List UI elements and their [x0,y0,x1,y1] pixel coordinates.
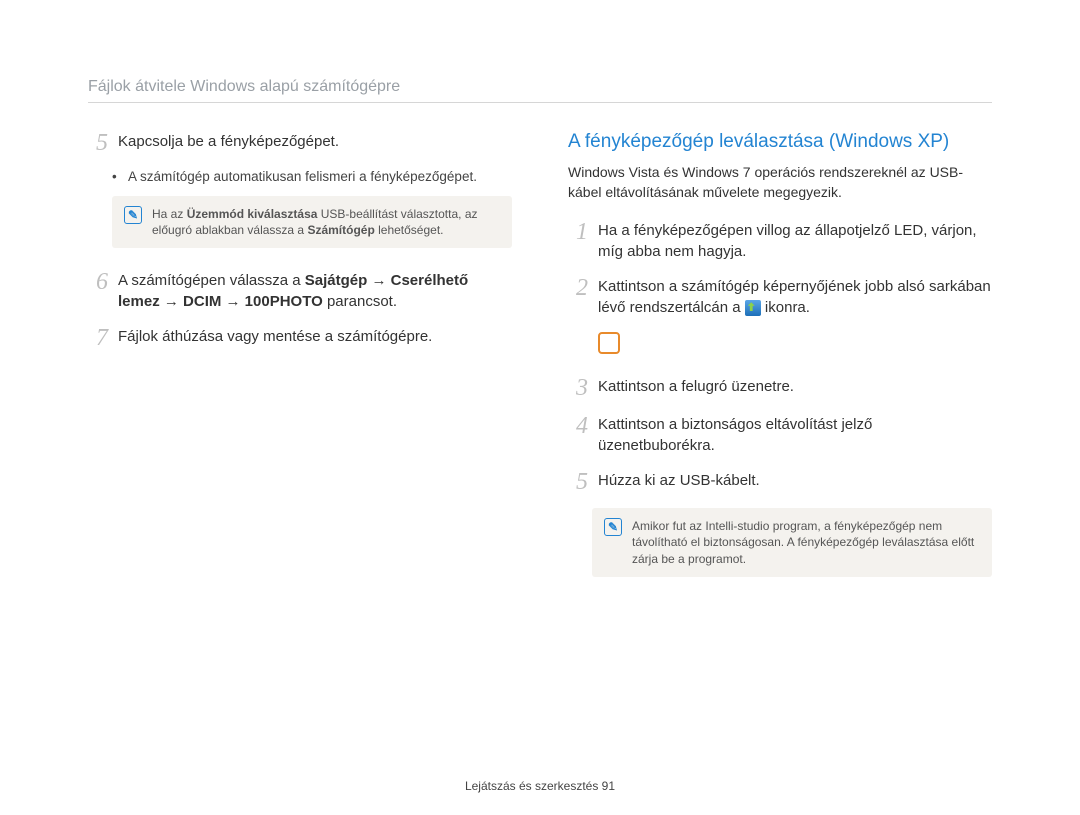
xp-step-3: 3 Kattintson a felugró üzenetre. [568,376,992,400]
step-text: Kapcsolja be a fényképezőgépet. [118,131,512,152]
bullet-item: • A számítógép automatikusan felismeri a… [112,169,512,184]
page-header: Fájlok átvitele Windows alapú számítógép… [88,78,992,103]
footer-text: Lejátszás és szerkesztés 91 [465,779,615,793]
step-number: 4 [568,414,588,438]
step-number: 2 [568,276,588,300]
step-text: Kattintson a biztonságos eltávolítást je… [598,414,992,456]
step-text: A számítógépen válassza a Sajátgép → Cse… [118,270,512,312]
step-number: 5 [568,470,588,494]
step-text: Kattintson a számítógép képernyőjének jo… [598,276,992,318]
step-5: 5 Kapcsolja be a fényképezőgépet. [88,131,512,155]
xp-step-5: 5 Húzza ki az USB-kábelt. [568,470,992,494]
right-column: A fényképezőgép leválasztása (Windows XP… [568,131,992,599]
section-intro: Windows Vista és Windows 7 operációs ren… [568,163,992,202]
left-column: 5 Kapcsolja be a fényképezőgépet. • A sz… [88,131,512,599]
xp-step-2: 2 Kattintson a számítógép képernyőjének … [568,276,992,318]
note-icon [124,206,142,224]
note-text: Ha az Üzemmód kiválasztása USB-beállítás… [152,206,500,238]
step-number: 1 [568,220,588,244]
step-text: Kattintson a felugró üzenetre. [598,376,992,397]
xp-step-1: 1 Ha a fényképezőgépen villog az állapot… [568,220,992,262]
step-7: 7 Fájlok áthúzása vagy mentése a számító… [88,326,512,350]
step-6: 6 A számítógépen válassza a Sajátgép → C… [88,270,512,312]
xp-step-4: 4 Kattintson a biztonságos eltávolítást … [568,414,992,456]
step-number: 6 [88,270,108,294]
step-number: 3 [568,376,588,400]
step-text: Fájlok áthúzása vagy mentése a számítógé… [118,326,512,347]
step-text: Ha a fényképezőgépen villog az állapotje… [598,220,992,262]
highlight-box-icon [598,332,620,354]
note-box: Amikor fut az Intelli-studio program, a … [592,508,992,577]
note-icon [604,518,622,536]
step-number: 5 [88,131,108,155]
bullet-dot-icon: • [112,169,120,184]
step-text: Húzza ki az USB-kábelt. [598,470,992,491]
note-box: Ha az Üzemmód kiválasztása USB-beállítás… [112,196,512,248]
page-footer: Lejátszás és szerkesztés 91 [0,779,1080,793]
section-title: A fényképezőgép leválasztása (Windows XP… [568,131,992,153]
bullet-text: A számítógép automatikusan felismeri a f… [128,169,477,184]
two-column-layout: 5 Kapcsolja be a fényképezőgépet. • A sz… [88,131,992,599]
manual-page: Fájlok átvitele Windows alapú számítógép… [0,0,1080,815]
page-header-title: Fájlok átvitele Windows alapú számítógép… [88,78,400,95]
note-text: Amikor fut az Intelli-studio program, a … [632,518,980,567]
system-tray-eject-icon [745,300,761,316]
step-number: 7 [88,326,108,350]
